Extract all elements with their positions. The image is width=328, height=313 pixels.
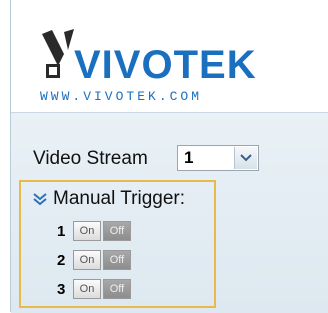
settings-content: Video Stream 1 Manual Trigger: 1 On Off: [11, 112, 328, 313]
video-stream-value: 1: [184, 148, 194, 167]
video-stream-label: Video Stream: [33, 148, 148, 169]
logo-area: VIVOTEK WWW.VIVOTEK.COM: [11, 0, 328, 112]
double-chevron-down-icon[interactable]: [31, 190, 49, 208]
video-stream-select[interactable]: 1: [177, 145, 259, 171]
trigger-number: 2: [57, 251, 66, 269]
trigger-1-on-button[interactable]: On: [73, 221, 101, 241]
trigger-row-2: 2 On Off: [57, 249, 131, 271]
manual-trigger-box: Manual Trigger: 1 On Off 2 On Off 3 On O…: [19, 180, 216, 308]
trigger-2-on-button[interactable]: On: [73, 250, 101, 270]
trigger-number: 3: [57, 280, 66, 298]
trigger-3-on-button[interactable]: On: [73, 279, 101, 299]
manual-trigger-header[interactable]: Manual Trigger:: [31, 188, 185, 210]
vivotek-logo: VIVOTEK WWW.VIVOTEK.COM: [40, 29, 257, 104]
trigger-number: 1: [57, 222, 66, 240]
trigger-3-off-button[interactable]: Off: [103, 279, 131, 299]
chevron-down-icon[interactable]: [234, 147, 257, 169]
side-panel: VIVOTEK WWW.VIVOTEK.COM Video Stream 1 M…: [10, 0, 328, 313]
trigger-2-off-button[interactable]: Off: [103, 250, 131, 270]
trigger-row-3: 3 On Off: [57, 278, 131, 300]
brand-text: VIVOTEK: [74, 43, 257, 87]
trigger-1-off-button[interactable]: Off: [103, 221, 131, 241]
trigger-row-1: 1 On Off: [57, 220, 131, 242]
url-text: WWW.VIVOTEK.COM: [40, 89, 202, 104]
manual-trigger-title: Manual Trigger:: [53, 188, 186, 209]
